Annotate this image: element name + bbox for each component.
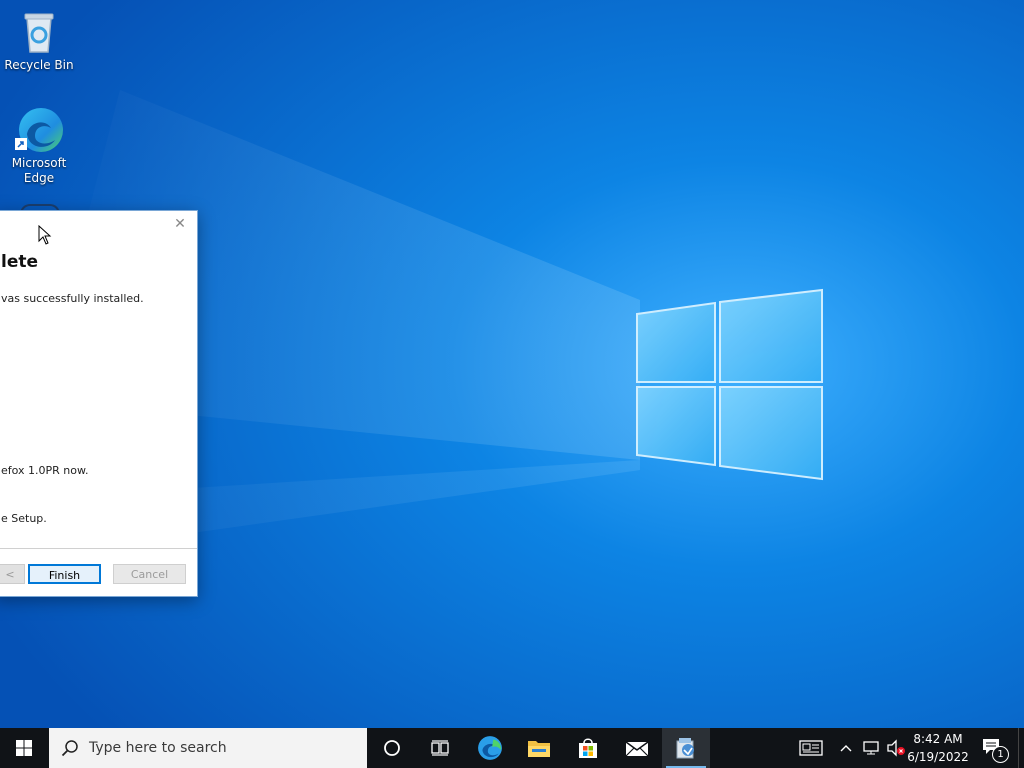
edge-icon xyxy=(478,736,502,760)
search-icon xyxy=(61,740,78,757)
taskbar-mail-button[interactable] xyxy=(613,728,661,768)
mail-icon xyxy=(625,741,649,757)
taskbar-search-box[interactable]: Type here to search xyxy=(49,728,367,768)
installer-app-icon xyxy=(676,738,694,759)
desktop-icon-recycle-bin[interactable]: Recycle Bin xyxy=(1,8,77,73)
clock-time: 8:42 AM xyxy=(913,732,963,746)
cancel-button[interactable]: Cancel xyxy=(113,564,186,584)
task-view-button[interactable] xyxy=(416,728,464,768)
desktop-icon-label: Recycle Bin xyxy=(4,58,74,72)
network-tray-button[interactable] xyxy=(860,728,882,768)
taskbar-installer-button[interactable] xyxy=(662,728,710,768)
back-button[interactable]: < xyxy=(0,564,25,584)
search-placeholder: Type here to search xyxy=(89,740,227,756)
notification-count-badge: 1 xyxy=(992,746,1009,763)
dialog-heading: lete xyxy=(1,252,39,272)
task-view-icon xyxy=(431,740,449,756)
recycle-bin-icon xyxy=(15,8,63,56)
start-button[interactable] xyxy=(0,728,48,768)
desktop-icon-label-line1: Microsoft xyxy=(11,156,67,170)
close-icon[interactable]: ✕ xyxy=(171,215,189,233)
volume-muted-icon xyxy=(887,739,905,757)
desktop-icon-label-line2: Edge xyxy=(23,171,55,185)
taskbar-file-explorer-button[interactable] xyxy=(515,728,563,768)
taskbar: Type here to search 8:42 AM 6/19/2022 1 xyxy=(0,728,1024,768)
windows-start-icon xyxy=(16,740,32,756)
dialog-line-run-now: efox 1.0PR now. xyxy=(1,464,89,477)
dialog-line-installed: vas successfully installed. xyxy=(1,292,144,305)
edge-icon xyxy=(15,106,63,154)
file-explorer-icon xyxy=(528,741,550,757)
desktop-icon-edge[interactable]: Microsoft Edge xyxy=(1,106,77,186)
news-icon xyxy=(799,740,823,756)
mouse-pointer-icon xyxy=(38,225,52,245)
dialog-separator xyxy=(0,548,197,549)
store-icon xyxy=(579,738,597,758)
cortana-button[interactable] xyxy=(368,728,416,768)
action-center-button[interactable]: 1 xyxy=(976,728,1010,768)
show-hidden-icons-button[interactable] xyxy=(836,728,856,768)
clock[interactable]: 8:42 AM 6/19/2022 xyxy=(906,730,970,766)
news-widget-button[interactable] xyxy=(795,728,827,768)
dialog-line-setup: e Setup. xyxy=(1,512,47,525)
taskbar-edge-button[interactable] xyxy=(466,728,514,768)
show-desktop-button[interactable] xyxy=(1018,728,1024,768)
finish-button[interactable]: Finish xyxy=(28,564,101,584)
volume-tray-button[interactable] xyxy=(884,728,908,768)
chevron-up-icon xyxy=(840,745,852,752)
network-icon xyxy=(863,741,879,755)
setup-complete-dialog: ✕ lete vas successfully installed. efox … xyxy=(0,210,198,597)
taskbar-store-button[interactable] xyxy=(564,728,612,768)
cortana-icon xyxy=(384,740,400,756)
clock-date: 6/19/2022 xyxy=(907,750,969,764)
